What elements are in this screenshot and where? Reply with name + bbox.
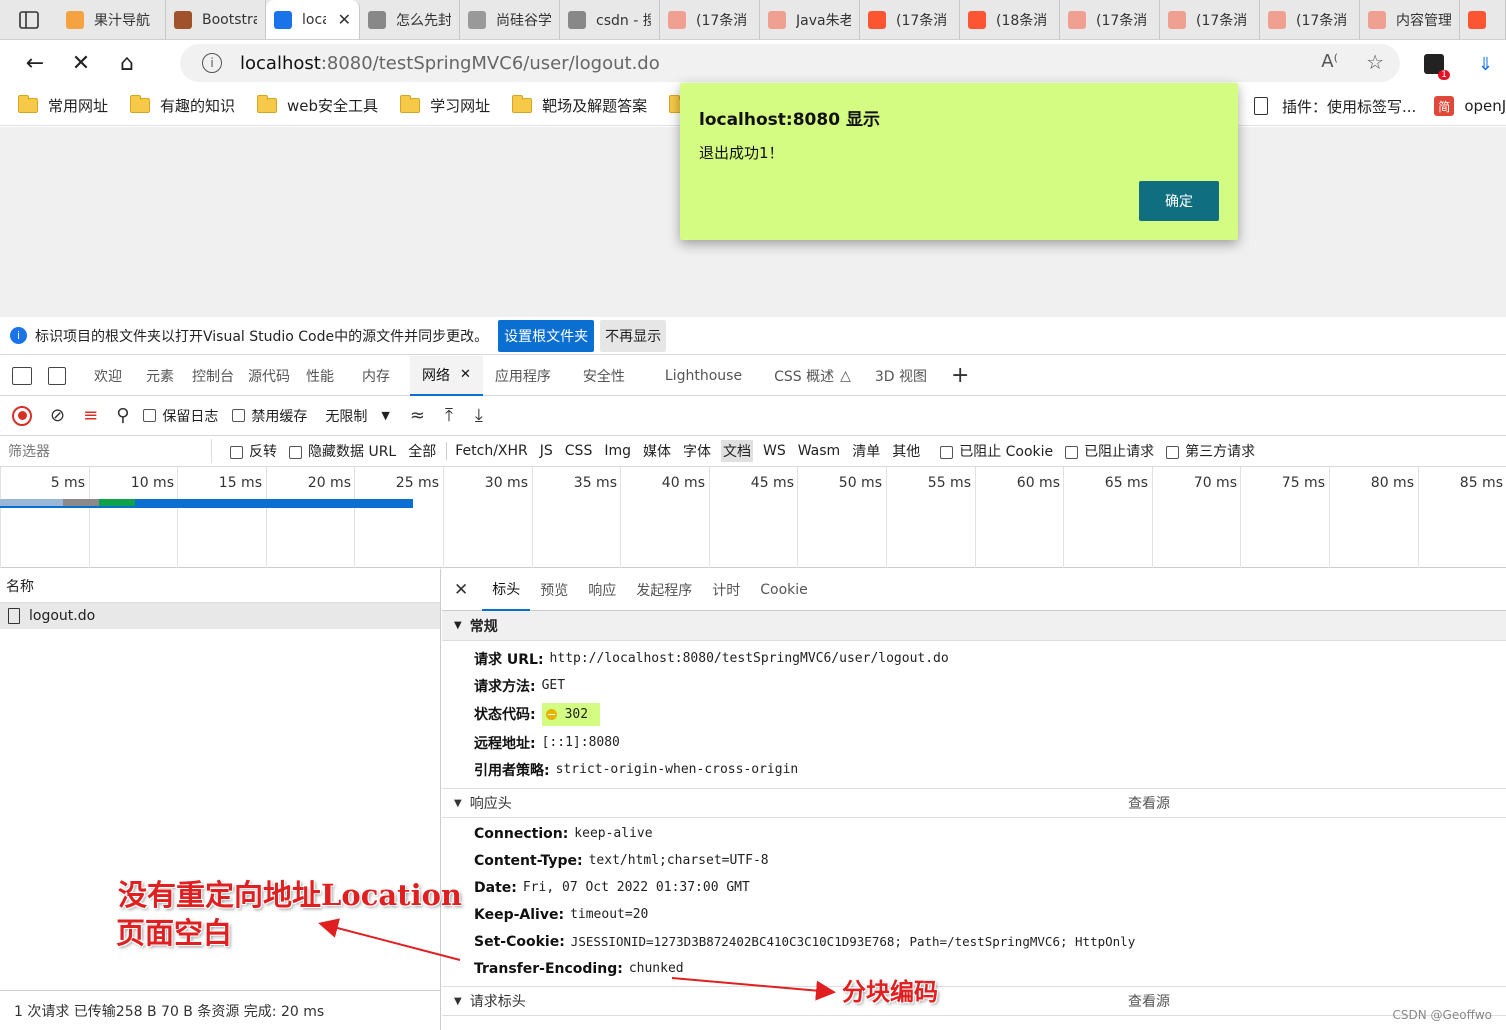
annotation-chunked-encoding: 分块编码 [842,977,938,1006]
annotation-arrow-chunked [671,977,836,1001]
annotation-blank-page: 页面空白 [116,916,233,950]
annotation-no-location: 没有重定向地址Location [118,878,463,912]
annotation-arrow-location [318,918,461,961]
